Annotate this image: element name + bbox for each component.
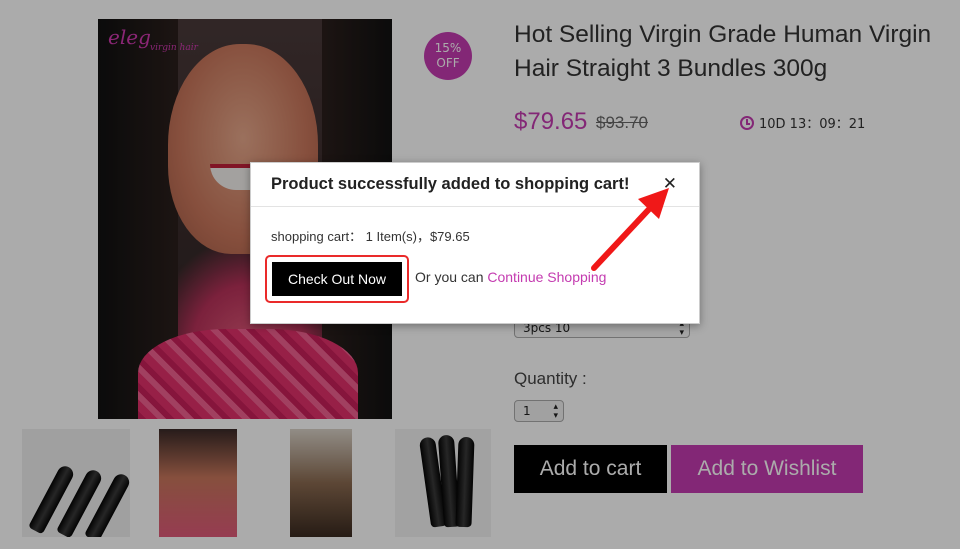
close-icon[interactable]: ✕	[663, 176, 677, 193]
or-you-can-text: Or you can	[415, 269, 484, 285]
check-out-now-button[interactable]: Check Out Now	[272, 262, 402, 296]
checkout-highlight-box: Check Out Now	[265, 255, 409, 303]
continue-shopping-link[interactable]: Continue Shopping	[487, 269, 606, 285]
dialog-title: Product successfully added to shopping c…	[271, 175, 630, 193]
cart-summary: shopping cart： 1 Item(s)，$79.65	[271, 229, 470, 244]
dialog-header: Product successfully added to shopping c…	[251, 163, 699, 207]
added-to-cart-dialog: Product successfully added to shopping c…	[250, 162, 700, 324]
continue-prompt: Or you can Continue Shopping	[415, 269, 606, 285]
